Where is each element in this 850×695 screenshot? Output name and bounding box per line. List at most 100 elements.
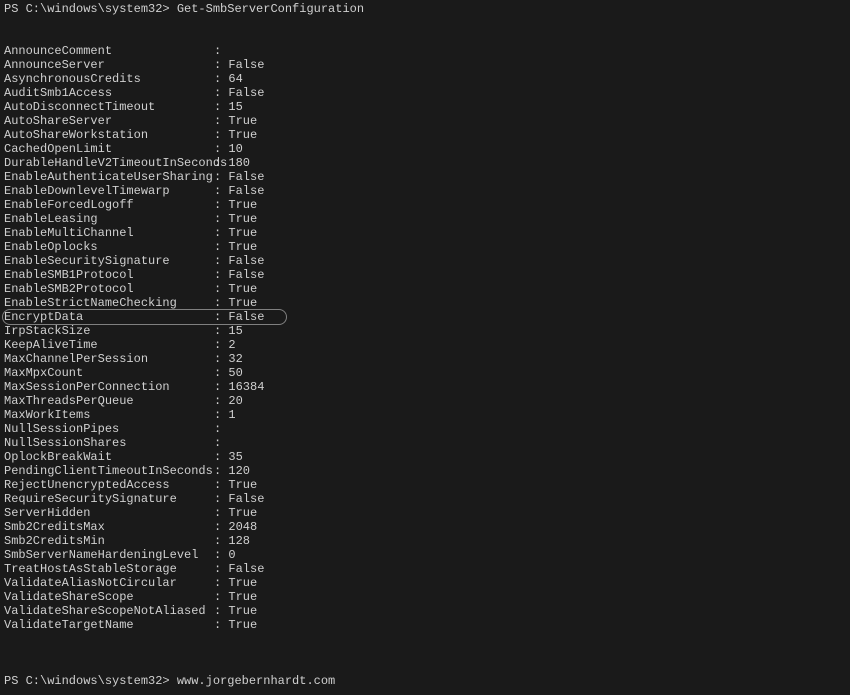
command-line-1: PS C:\windows\system32> Get-SmbServerCon… bbox=[4, 2, 846, 16]
command-text: Get-SmbServerConfiguration bbox=[177, 2, 364, 16]
output-row: NullSessionPipes : bbox=[4, 422, 846, 436]
separator: : bbox=[214, 100, 228, 114]
config-key: MaxChannelPerSession bbox=[4, 352, 214, 366]
output-row: EnableDownlevelTimewarp : False bbox=[4, 184, 846, 198]
separator: : bbox=[214, 72, 228, 86]
output-row: ValidateAliasNotCircular : True bbox=[4, 576, 846, 590]
config-key: AsynchronousCredits bbox=[4, 72, 214, 86]
output-row: NullSessionShares : bbox=[4, 436, 846, 450]
config-value: False bbox=[228, 184, 264, 198]
config-key: EnableForcedLogoff bbox=[4, 198, 214, 212]
output-row: AutoShareServer : True bbox=[4, 114, 846, 128]
separator: : bbox=[214, 492, 228, 506]
output-row: EnableLeasing : True bbox=[4, 212, 846, 226]
config-value: False bbox=[228, 562, 264, 576]
config-key: DurableHandleV2TimeoutInSeconds bbox=[4, 156, 214, 170]
config-key: AutoDisconnectTimeout bbox=[4, 100, 214, 114]
config-key: ValidateAliasNotCircular bbox=[4, 576, 214, 590]
separator: : bbox=[214, 142, 228, 156]
output-row: MaxChannelPerSession : 32 bbox=[4, 352, 846, 366]
config-value: True bbox=[228, 590, 257, 604]
output-row: MaxMpxCount : 50 bbox=[4, 366, 846, 380]
config-value: True bbox=[228, 478, 257, 492]
config-value: True bbox=[228, 128, 257, 142]
config-value: 2048 bbox=[228, 520, 257, 534]
command-text: www.jorgebernhardt.com bbox=[177, 674, 335, 688]
output-row: Smb2CreditsMax : 2048 bbox=[4, 520, 846, 534]
config-value: True bbox=[228, 296, 257, 310]
config-key: EnableDownlevelTimewarp bbox=[4, 184, 214, 198]
config-key: EnableOplocks bbox=[4, 240, 214, 254]
separator: : bbox=[214, 422, 228, 436]
config-value: True bbox=[228, 576, 257, 590]
terminal[interactable]: PS C:\windows\system32> Get-SmbServerCon… bbox=[4, 2, 846, 688]
config-key: AnnounceServer bbox=[4, 58, 214, 72]
config-key: EnableLeasing bbox=[4, 212, 214, 226]
separator: : bbox=[214, 562, 228, 576]
separator: : bbox=[214, 296, 228, 310]
prompt-text: PS C:\windows\system32> bbox=[4, 2, 177, 16]
config-value: 15 bbox=[228, 324, 242, 338]
separator: : bbox=[214, 380, 228, 394]
config-value: 35 bbox=[228, 450, 242, 464]
config-value: True bbox=[228, 618, 257, 632]
config-key: RequireSecuritySignature bbox=[4, 492, 214, 506]
separator: : bbox=[214, 184, 228, 198]
separator: : bbox=[214, 366, 228, 380]
separator: : bbox=[214, 604, 228, 618]
config-key: EnableSMB1Protocol bbox=[4, 268, 214, 282]
output-row: AutoDisconnectTimeout : 15 bbox=[4, 100, 846, 114]
output-row: Smb2CreditsMin : 128 bbox=[4, 534, 846, 548]
config-key: EnableSMB2Protocol bbox=[4, 282, 214, 296]
output-row: EnableAuthenticateUserSharing : False bbox=[4, 170, 846, 184]
config-value: False bbox=[228, 58, 264, 72]
separator: : bbox=[214, 338, 228, 352]
output-row: SmbServerNameHardeningLevel : 0 bbox=[4, 548, 846, 562]
config-key: ValidateTargetName bbox=[4, 618, 214, 632]
config-key: OplockBreakWait bbox=[4, 450, 214, 464]
output-row: MaxSessionPerConnection : 16384 bbox=[4, 380, 846, 394]
config-key: ServerHidden bbox=[4, 506, 214, 520]
output-row: KeepAliveTime : 2 bbox=[4, 338, 846, 352]
config-key: ValidateShareScopeNotAliased bbox=[4, 604, 214, 618]
config-value: False bbox=[228, 268, 264, 282]
config-value: False bbox=[228, 86, 264, 100]
config-key: TreatHostAsStableStorage bbox=[4, 562, 214, 576]
separator: : bbox=[214, 394, 228, 408]
config-key: EnableStrictNameChecking bbox=[4, 296, 214, 310]
command-output: AnnounceComment : AnnounceServer : False… bbox=[4, 44, 846, 632]
separator: : bbox=[214, 282, 228, 296]
config-value: 20 bbox=[228, 394, 242, 408]
blank-line bbox=[4, 16, 846, 30]
separator: : bbox=[214, 58, 228, 72]
config-value: True bbox=[228, 240, 257, 254]
config-key: EncryptData bbox=[4, 310, 214, 324]
config-value: False bbox=[228, 310, 264, 324]
separator: : bbox=[214, 478, 228, 492]
command-line-2: PS C:\windows\system32> www.jorgebernhar… bbox=[4, 674, 846, 688]
config-key: MaxSessionPerConnection bbox=[4, 380, 214, 394]
output-row: EncryptData : False bbox=[4, 310, 846, 324]
config-key: MaxWorkItems bbox=[4, 408, 214, 422]
output-row: AutoShareWorkstation : True bbox=[4, 128, 846, 142]
separator: : bbox=[214, 254, 228, 268]
output-row: MaxWorkItems : 1 bbox=[4, 408, 846, 422]
config-key: Smb2CreditsMax bbox=[4, 520, 214, 534]
separator: : bbox=[214, 170, 228, 184]
separator: : bbox=[214, 576, 228, 590]
config-key: EnableMultiChannel bbox=[4, 226, 214, 240]
config-value: 180 bbox=[228, 156, 250, 170]
separator: : bbox=[214, 156, 228, 170]
separator: : bbox=[214, 590, 228, 604]
separator: : bbox=[214, 548, 228, 562]
separator: : bbox=[214, 212, 228, 226]
output-row: ServerHidden : True bbox=[4, 506, 846, 520]
output-row: EnableSecuritySignature : False bbox=[4, 254, 846, 268]
config-value: False bbox=[228, 170, 264, 184]
separator: : bbox=[214, 352, 228, 366]
output-row: CachedOpenLimit : 10 bbox=[4, 142, 846, 156]
separator: : bbox=[214, 86, 228, 100]
blank-line bbox=[4, 30, 846, 44]
output-row: EnableSMB2Protocol : True bbox=[4, 282, 846, 296]
separator: : bbox=[214, 268, 228, 282]
